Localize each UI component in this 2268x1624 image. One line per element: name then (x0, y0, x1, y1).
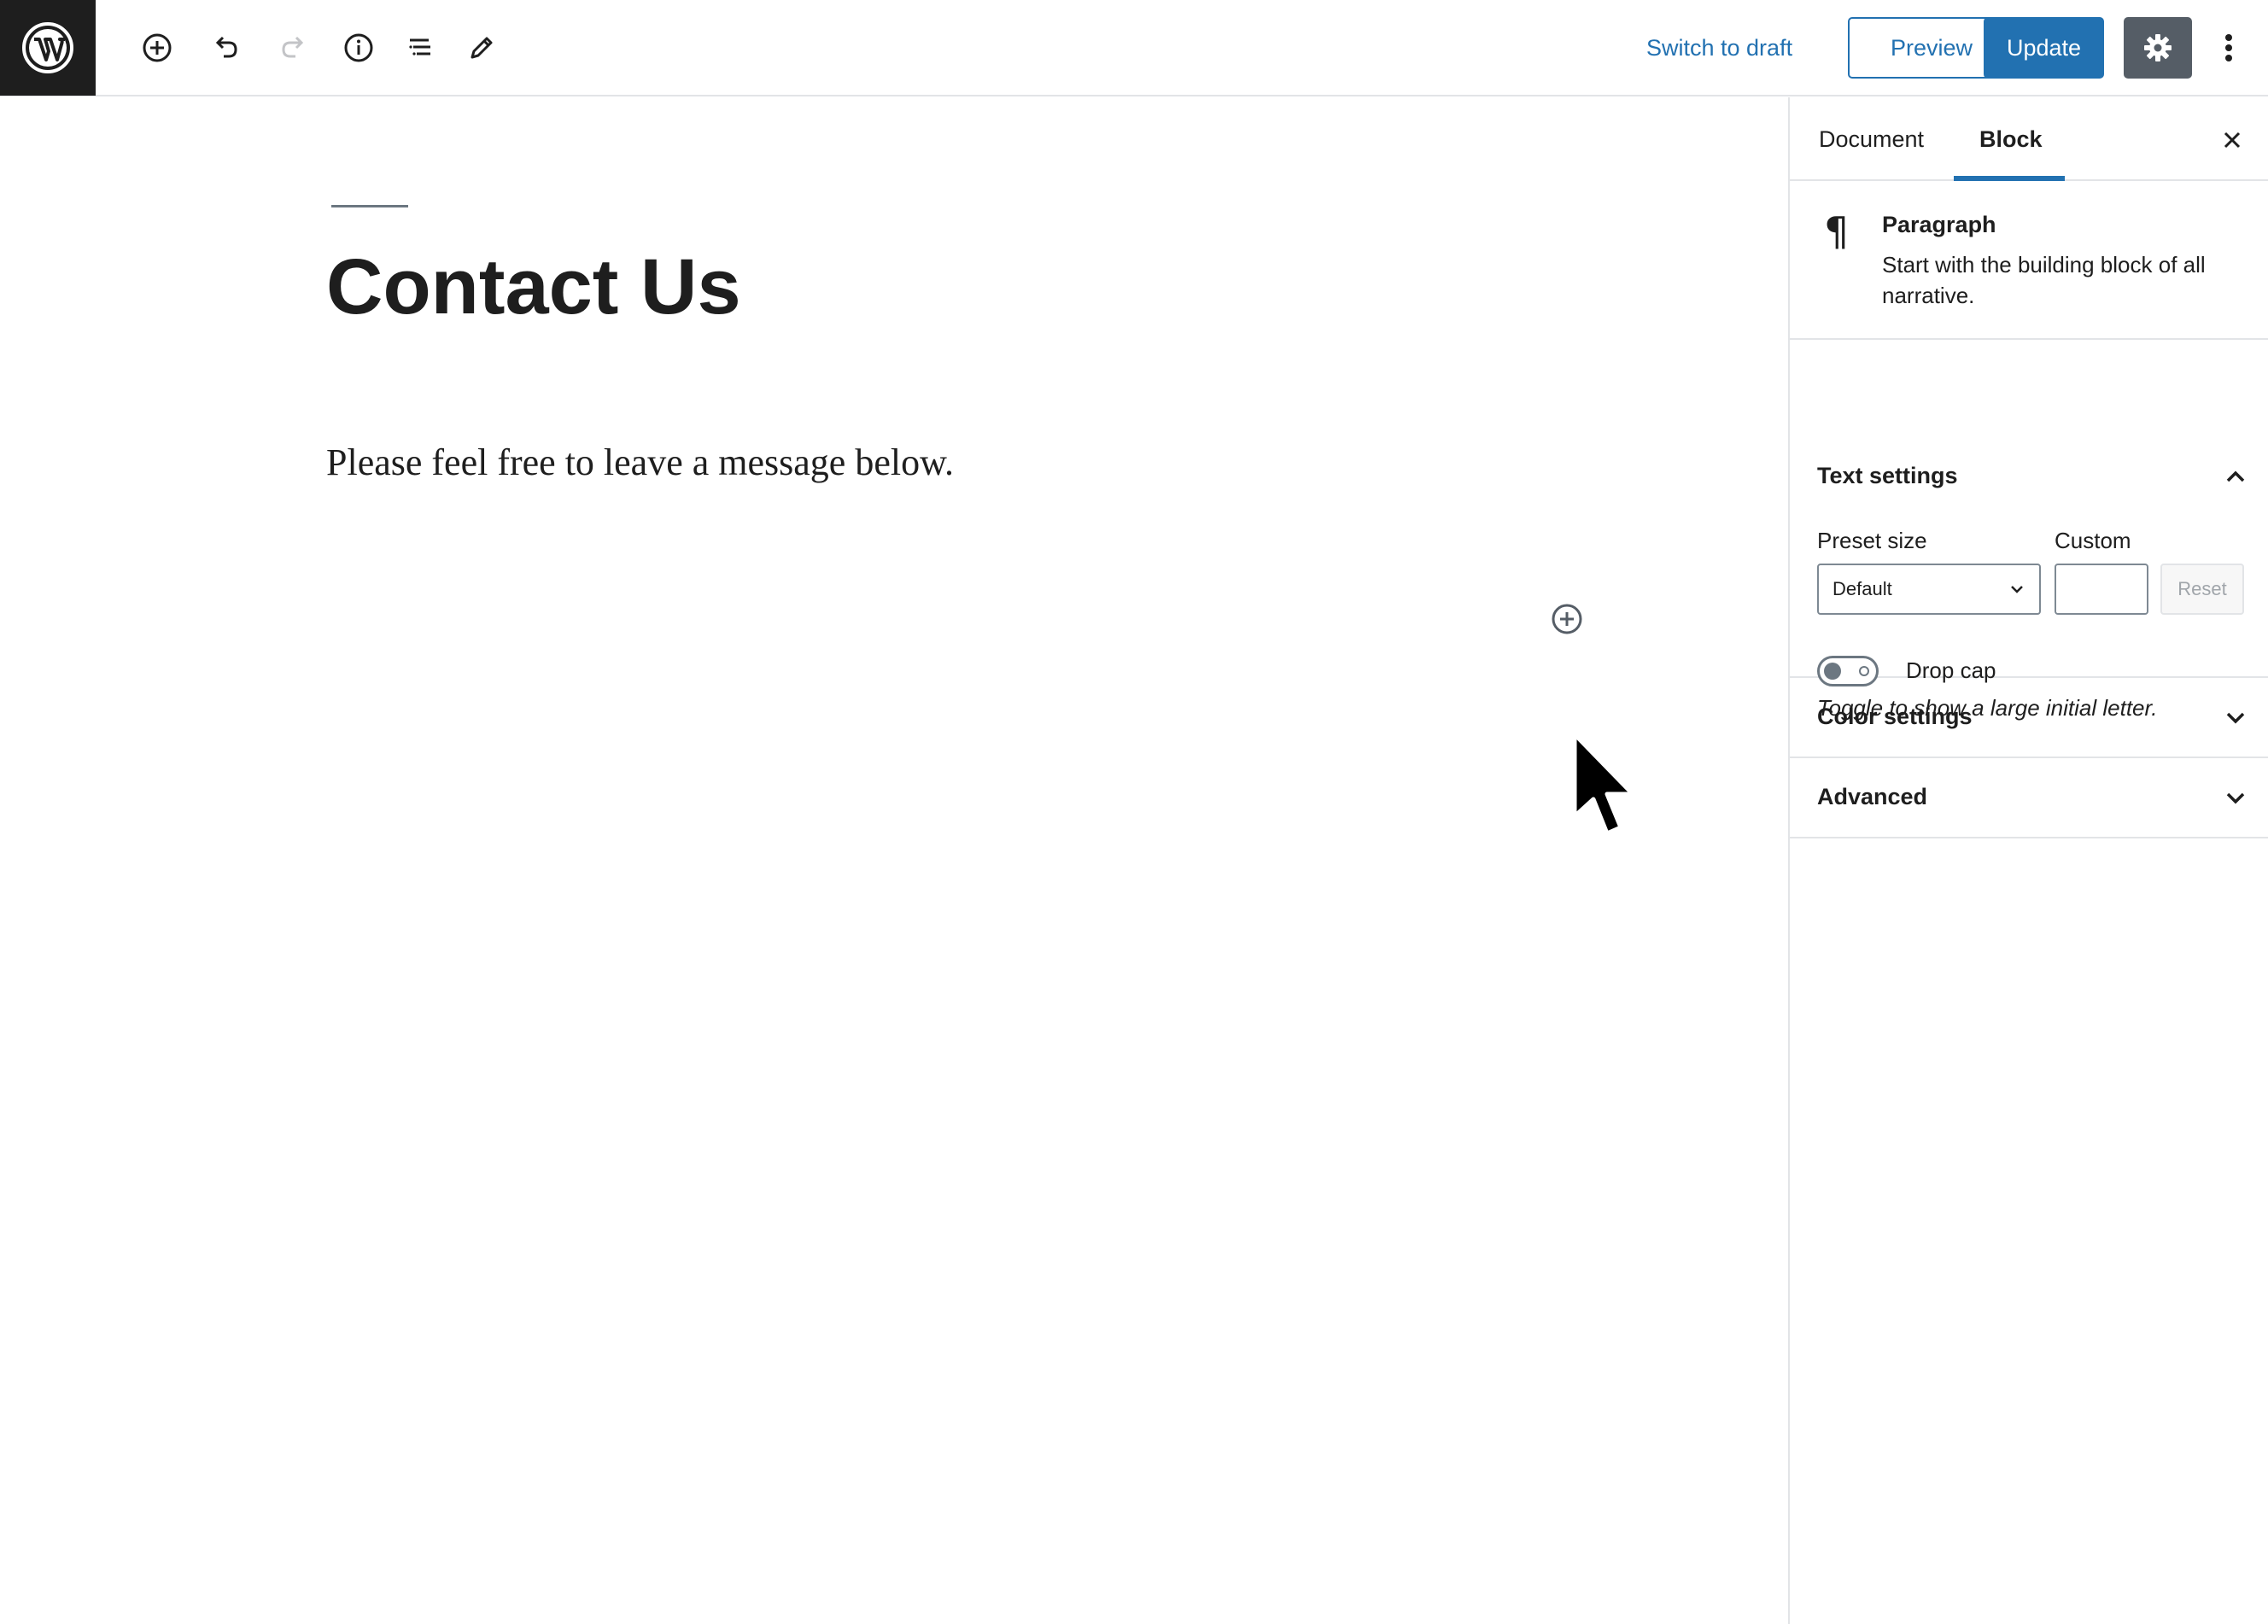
more-options-button[interactable] (2212, 24, 2246, 72)
preset-size-select[interactable]: Default (1817, 564, 2041, 615)
reset-button[interactable]: Reset (2160, 564, 2244, 615)
settings-button[interactable] (2124, 17, 2192, 79)
switch-to-draft-button[interactable]: Switch to draft (1638, 26, 1801, 70)
custom-size-input[interactable] (2055, 564, 2148, 615)
tab-document[interactable]: Document (1819, 97, 1924, 181)
paragraph-icon: ¶ (1824, 208, 1850, 254)
tools-edit-icon[interactable] (458, 24, 506, 72)
redo-icon[interactable] (270, 24, 318, 72)
text-settings-panel (1790, 340, 2268, 678)
color-settings-title: Color settings (1817, 704, 1973, 729)
add-block-inline-icon (1552, 604, 1582, 634)
chevron-up-icon[interactable] (2218, 459, 2253, 494)
preset-size-value: Default (1833, 578, 1892, 599)
chevron-down-icon (2218, 700, 2253, 734)
inline-inserter-button[interactable] (1549, 601, 1585, 637)
post-title[interactable]: Contact Us (326, 242, 741, 332)
close-icon (2224, 131, 2241, 149)
preset-size-label: Preset size (1817, 528, 1927, 553)
mouse-cursor-icon (1572, 732, 1635, 836)
block-navigation-icon[interactable] (396, 24, 444, 72)
toggle-knob (1824, 663, 1841, 680)
chevron-down-icon (2011, 586, 2023, 593)
add-block-icon[interactable] (133, 24, 181, 72)
title-separator (331, 205, 408, 207)
block-card: ¶ Paragraph Start with the building bloc… (1790, 181, 2268, 340)
text-settings-toggle[interactable]: Text settings (1817, 463, 1958, 489)
settings-sidebar: Document Block ¶ Paragraph Start with th… (1788, 97, 2268, 1624)
toggle-off-indicator (1859, 666, 1869, 676)
editor-header: Switch to draft Preview Update (0, 0, 2268, 96)
wordpress-logo-icon[interactable] (0, 0, 96, 96)
chevron-down-icon (2218, 780, 2253, 815)
block-description: Start with the building block of all nar… (1882, 252, 2206, 308)
color-settings-panel[interactable]: Color settings (1790, 678, 2268, 758)
editor-canvas: Contact Us Please feel free to leave a m… (0, 97, 1788, 1624)
info-icon[interactable] (335, 24, 383, 72)
paragraph-block[interactable]: Please feel free to leave a message belo… (326, 441, 954, 484)
close-sidebar-button[interactable] (2215, 123, 2249, 157)
advanced-title: Advanced (1817, 784, 1928, 809)
gear-icon (2144, 34, 2172, 61)
more-vertical-icon (2225, 34, 2232, 61)
tab-block[interactable]: Block (1979, 97, 2043, 181)
advanced-panel[interactable]: Advanced (1790, 758, 2268, 838)
undo-icon[interactable] (202, 24, 249, 72)
custom-size-label: Custom (2055, 528, 2131, 553)
block-name: Paragraph (1882, 212, 1996, 237)
sidebar-tabs: Document Block (1790, 97, 2268, 181)
update-button[interactable]: Update (1984, 17, 2104, 79)
